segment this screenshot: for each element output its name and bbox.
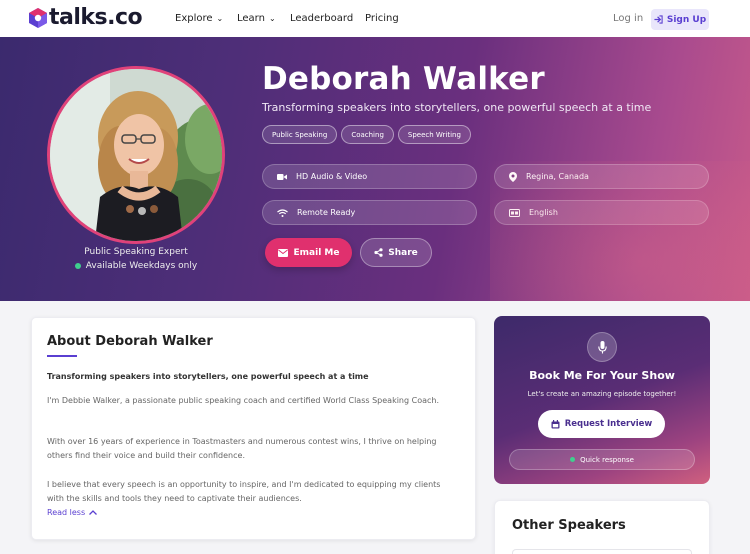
nav-learn-label: Learn (237, 13, 265, 24)
microphone-icon (587, 332, 617, 362)
video-camera-icon (277, 173, 287, 180)
wifi-icon (277, 208, 288, 217)
top-nav: talks.co Explore ⌄ Learn ⌄ Leaderboard P… (0, 0, 750, 37)
quick-response-badge: Quick response (509, 449, 695, 470)
info-location-label: Regina, Canada (526, 172, 589, 181)
nav-learn[interactable]: Learn ⌄ (237, 13, 276, 24)
status-dot-icon (74, 263, 81, 269)
tag-public-speaking[interactable]: Public Speaking (262, 125, 338, 144)
info-location: Regina, Canada (494, 164, 709, 189)
topic-tags: Public Speaking Coaching Speech Writing (262, 125, 471, 144)
read-less-label: Read less (47, 508, 86, 517)
nav-leaderboard[interactable]: Leaderboard (290, 13, 353, 24)
logo-text: talks.co (49, 5, 143, 30)
login-link[interactable]: Log in (613, 13, 643, 24)
booking-subtitle: Let's create an amazing episode together… (527, 390, 677, 398)
quick-response-label: Quick response (580, 455, 634, 464)
about-paragraph: With over 16 years of experience in Toas… (47, 437, 437, 460)
email-me-label: Email Me (293, 247, 340, 258)
nav-pricing[interactable]: Pricing (365, 13, 399, 24)
share-button[interactable]: Share (360, 238, 432, 267)
tag-speech-writing[interactable]: Speech Writing (397, 125, 471, 144)
other-speakers-title: Other Speakers (512, 518, 626, 533)
share-icon (374, 248, 383, 257)
logo[interactable]: talks.co (29, 5, 143, 30)
request-interview-label: Request Interview (564, 419, 653, 429)
profile-hero: Public Speaking Expert Available Weekday… (0, 37, 750, 301)
share-label: Share (388, 247, 418, 258)
chevron-down-icon: ⌄ (216, 14, 224, 23)
availability-status: Available Weekdays only (47, 261, 225, 271)
chevron-up-icon (89, 508, 98, 517)
info-language: English (494, 200, 709, 225)
info-language-label: English (529, 208, 558, 217)
language-icon (509, 208, 520, 217)
speaker-tagline: Transforming speakers into storytellers,… (262, 101, 652, 114)
signup-label: Sign Up (666, 14, 707, 25)
other-speakers-section: Other Speakers (494, 500, 710, 554)
info-remote-label: Remote Ready (297, 208, 356, 217)
about-section: About Deborah Walker Transforming speake… (31, 317, 476, 540)
booking-card: Book Me For Your Show Let's create an am… (494, 316, 710, 484)
info-remote: Remote Ready (262, 200, 477, 225)
calendar-icon (551, 419, 560, 428)
request-interview-button[interactable]: Request Interview (538, 410, 665, 438)
read-less-link[interactable]: Read less (47, 508, 98, 517)
map-pin-icon (509, 171, 517, 182)
speaker-name: Deborah Walker (262, 61, 545, 97)
nav-explore-label: Explore (175, 13, 213, 24)
about-paragraph: I believe that every speech is an opport… (47, 480, 441, 503)
avatar (47, 66, 225, 244)
sign-in-icon (654, 15, 663, 24)
about-title: About Deborah Walker (47, 334, 213, 349)
envelope-icon (277, 248, 288, 257)
info-media-label: HD Audio & Video (296, 172, 368, 181)
about-lead: Transforming speakers into storytellers,… (47, 372, 369, 381)
speaker-card[interactable] (512, 549, 692, 554)
title-underline (47, 355, 77, 357)
nav-pricing-label: Pricing (365, 13, 399, 24)
nav-leaderboard-label: Leaderboard (290, 13, 354, 24)
booking-title: Book Me For Your Show (529, 369, 675, 382)
signup-button[interactable]: Sign Up (651, 9, 709, 30)
speaker-role: Public Speaking Expert (84, 247, 188, 257)
status-dot-icon (570, 457, 576, 462)
about-paragraph: I'm Debbie Walker, a passionate public s… (47, 396, 440, 405)
availability-label: Available Weekdays only (85, 261, 198, 271)
email-me-button[interactable]: Email Me (265, 238, 352, 267)
nav-explore[interactable]: Explore ⌄ (175, 13, 223, 24)
chevron-down-icon: ⌄ (268, 14, 276, 23)
logo-mark-icon (29, 8, 47, 28)
tag-coaching[interactable]: Coaching (341, 125, 394, 144)
info-media: HD Audio & Video (262, 164, 477, 189)
